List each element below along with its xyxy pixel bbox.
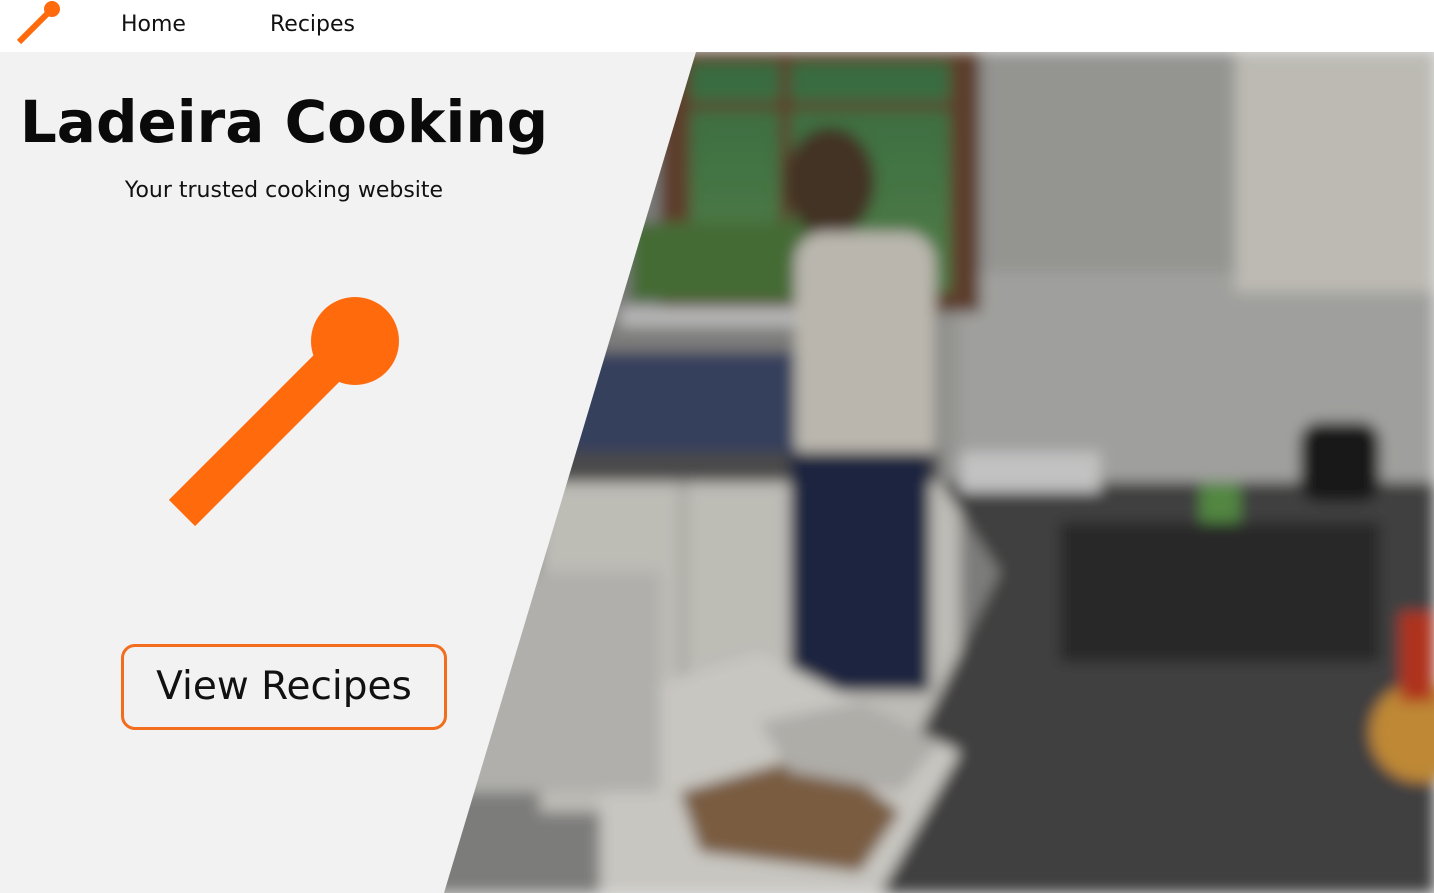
- nav-link-home[interactable]: Home: [121, 10, 186, 40]
- hero-section: Ladeira Cooking Your trusted cooking web…: [0, 52, 1434, 893]
- view-recipes-button[interactable]: View Recipes: [121, 644, 447, 730]
- site-subtitle: Your trusted cooking website: [124, 178, 444, 203]
- spoon-icon: [168, 297, 399, 527]
- top-navigation: Home Recipes: [0, 0, 1434, 52]
- site-title: Ladeira Cooking: [19, 88, 549, 156]
- nav-link-recipes[interactable]: Recipes: [270, 10, 355, 40]
- spoon-icon[interactable]: [12, 0, 64, 48]
